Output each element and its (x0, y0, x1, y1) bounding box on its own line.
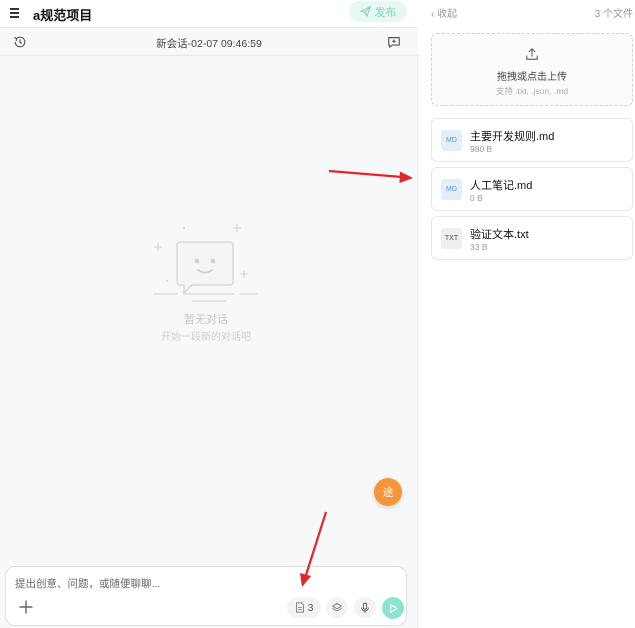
file-count-label: 3 个文件 (594, 9, 633, 20)
file-card[interactable]: MD 人工笔记.md 0 B (431, 167, 633, 211)
file-card[interactable]: MD 主要开发规则.md 980 B (431, 118, 633, 162)
file-name: 验证文本.txt (470, 229, 529, 241)
file-type-badge: TXT (441, 228, 462, 249)
message-input[interactable] (15, 576, 395, 592)
floating-assistant-button[interactable]: 途 (374, 478, 402, 506)
file-card[interactable]: TXT 验证文本.txt 33 B (431, 216, 633, 260)
file-name: 主要开发规则.md (470, 131, 555, 143)
empty-state-title: 暂无对话 (184, 314, 228, 326)
empty-state-subtitle: 开始一段新的对话吧 (161, 332, 251, 343)
attached-files-button[interactable]: 3 (287, 597, 321, 618)
session-title: 新会话-02-07 09:46:59 (156, 38, 262, 50)
microphone-icon (361, 602, 369, 613)
upload-icon (526, 48, 538, 60)
attached-files-count: 3 (307, 601, 314, 614)
file-size: 0 B (470, 193, 483, 203)
message-composer: 3 (5, 566, 407, 626)
chat-panel: a规范项目 发布 新会话-02-07 09:46:59 暂无对话 开始一段新的对… (0, 0, 418, 628)
file-size: 980 B (470, 144, 493, 154)
empty-chat-illustration (154, 224, 258, 302)
file-type-badge: MD (441, 130, 462, 151)
session-bar: 新会话-02-07 09:46:59 (0, 29, 418, 56)
new-chat-icon[interactable] (387, 35, 401, 49)
upload-dropzone[interactable]: 拖拽或点击上传 支持 .txt, .json, .md (431, 33, 633, 106)
file-name: 人工笔记.md (470, 180, 533, 192)
files-panel: ‹ 收起 3 个文件 拖拽或点击上传 支持 .txt, .json, .md M… (419, 0, 635, 628)
project-title: a规范项目 (33, 8, 93, 23)
upload-hint: 支持 .txt, .json, .md (495, 86, 569, 96)
file-size: 33 B (470, 242, 488, 252)
publish-label: 发布 (374, 6, 397, 19)
layers-icon (332, 602, 342, 611)
plus-icon[interactable] (18, 599, 34, 615)
publish-button[interactable]: 发布 (349, 1, 407, 22)
send-icon (359, 6, 371, 17)
layers-button[interactable] (326, 597, 348, 618)
file-type-badge: MD (441, 179, 462, 200)
hamburger-icon (10, 8, 19, 10)
hamburger-icon (10, 16, 19, 18)
document-icon (295, 602, 304, 613)
send-button[interactable] (382, 597, 404, 619)
play-send-icon (389, 603, 397, 613)
microphone-button[interactable] (354, 597, 376, 618)
top-bar: a规范项目 发布 (0, 0, 418, 28)
hamburger-icon (10, 12, 19, 14)
collapse-button[interactable]: ‹ 收起 (431, 5, 457, 20)
upload-title: 拖拽或点击上传 (497, 72, 567, 83)
menu-button[interactable] (9, 6, 23, 20)
